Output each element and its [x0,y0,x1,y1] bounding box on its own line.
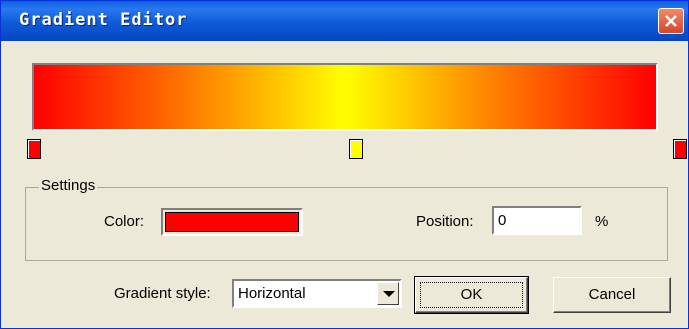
color-label: Color: [104,213,145,230]
gradient-stop-left[interactable] [27,139,41,159]
title-bar[interactable]: Gradient Editor [1,1,688,41]
gradient-stop-middle[interactable] [349,139,363,159]
gradient-stop-right[interactable] [673,139,687,159]
color-swatch-fill [165,212,299,232]
ok-button[interactable]: OK [414,276,529,314]
settings-legend: Settings [39,177,98,194]
position-label: Position: [416,213,474,230]
gradient-style-label: Gradient style: [114,285,211,302]
close-icon [665,15,677,27]
gradient-fill [34,65,656,129]
gradient-style-value: Horizontal [238,285,306,302]
percent-unit: % [595,213,609,230]
gradient-style-select[interactable]: Horizontal [232,279,402,308]
close-button[interactable] [658,8,684,34]
focus-rect [420,282,523,308]
gradient-editor-window: Gradient Editor Settings Color: Position… [0,0,689,329]
color-swatch-button[interactable] [161,208,303,236]
gradient-preview[interactable] [32,63,658,131]
cancel-button[interactable]: Cancel [553,277,671,313]
position-input[interactable] [492,206,582,235]
dropdown-arrow-button[interactable] [377,282,399,305]
cancel-label: Cancel [588,286,636,303]
chevron-down-icon [383,291,395,297]
window-title: Gradient Editor [19,10,188,30]
